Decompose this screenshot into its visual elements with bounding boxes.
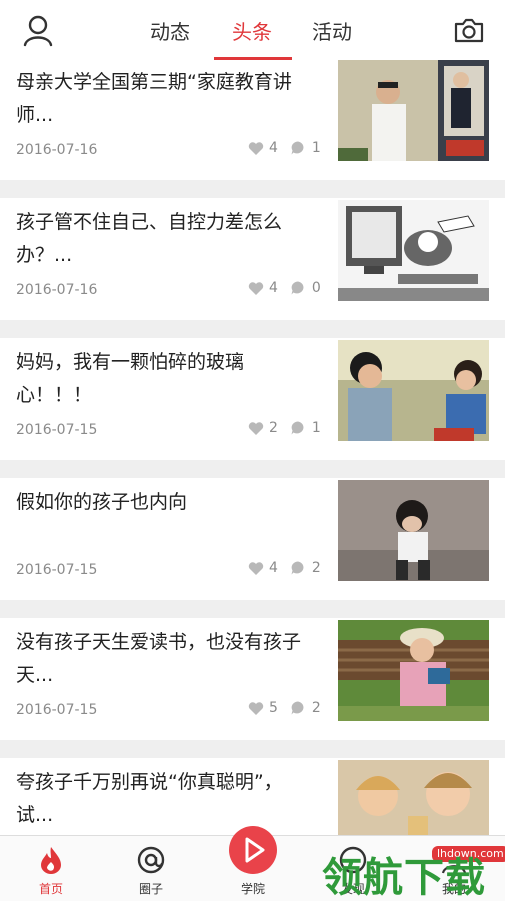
article-date: 2016-07-15: [16, 702, 98, 718]
nav-circle[interactable]: 圈子: [111, 836, 191, 901]
play-icon: [245, 837, 265, 863]
comment-icon: [291, 141, 304, 155]
comment-count: 2: [311, 560, 321, 576]
article-stats: 4 2: [248, 560, 321, 576]
bottom-navigation: 首页 圈子 学院 发现 我的: [0, 826, 505, 901]
nav-mine[interactable]: 我的: [414, 836, 494, 901]
nav-discover[interactable]: 发现: [313, 836, 393, 901]
article-date: 2016-07-15: [16, 422, 98, 438]
article-thumbnail: [338, 480, 489, 581]
article-title: 夸孩子千万别再说“你真聪明”，试...: [16, 771, 283, 826]
camera-icon: [454, 18, 484, 43]
divider: [0, 600, 505, 618]
nav-circle-label: 圈子: [138, 882, 163, 896]
heart-icon: [248, 561, 264, 575]
article-title: 母亲大学全国第三期“家庭教育讲师...: [16, 71, 292, 126]
heart-icon: [248, 701, 264, 715]
article-title: 妈妈，我有一颗怕碎的玻璃心！！！: [16, 351, 245, 406]
feed-item[interactable]: 妈妈，我有一颗怕碎的玻璃心！！！ 2016-07-15 2 1: [0, 340, 505, 460]
comment-count: 2: [311, 700, 321, 716]
feed-item[interactable]: 孩子管不住自己、自控力差怎么办？... 2016-07-16 4 0: [0, 200, 505, 320]
like-count: 4: [269, 140, 278, 156]
feed-item[interactable]: 母亲大学全国第三期“家庭教育讲师... 2016-07-16 4 1: [0, 60, 505, 180]
article-thumbnail: [338, 340, 489, 441]
article-thumbnail: [338, 200, 489, 301]
nav-academy[interactable]: 学院: [213, 826, 293, 901]
divider: [0, 460, 505, 478]
heart-icon: [248, 421, 264, 435]
divider: [0, 180, 505, 198]
divider: [0, 320, 505, 338]
nav-home-label: 首页: [38, 882, 63, 896]
divider: [0, 740, 505, 758]
heart-icon: [248, 141, 264, 155]
comment-icon: [291, 561, 304, 575]
user-icon: [441, 848, 467, 874]
tab-dongtai[interactable]: 动态: [150, 18, 190, 46]
comment-icon: [291, 421, 304, 435]
article-thumbnail: [338, 620, 489, 721]
comment-icon: [291, 281, 304, 295]
feed-item[interactable]: 没有孩子天生爱读书，也没有孩子天... 2016-07-15 5 2: [0, 620, 505, 740]
article-date: 2016-07-16: [16, 142, 98, 158]
flame-icon: [41, 847, 61, 874]
at-sign-icon: [137, 846, 165, 874]
like-count: 5: [269, 700, 278, 716]
comment-icon: [291, 701, 304, 715]
comment-count: 0: [311, 280, 321, 296]
feed-item[interactable]: 假如你的孩子也内向 2016-07-15 4 2: [0, 480, 505, 600]
comment-count: 1: [311, 140, 321, 156]
nav-discover-label: 发现: [340, 882, 365, 896]
top-bar: 动态 头条 活动: [0, 0, 505, 62]
heart-icon: [248, 281, 264, 295]
tab-toutiao[interactable]: 头条: [232, 18, 272, 46]
nav-academy-label: 学院: [240, 882, 265, 896]
nav-mine-label: 我的: [441, 882, 466, 896]
like-count: 2: [269, 420, 278, 436]
article-title: 假如你的孩子也内向: [16, 491, 188, 513]
article-stats: 4 1: [248, 140, 321, 156]
academy-center-button[interactable]: [229, 826, 277, 874]
article-date: 2016-07-15: [16, 562, 98, 578]
comment-count: 1: [311, 420, 321, 436]
article-stats: 2 1: [248, 420, 321, 436]
nav-home[interactable]: 首页: [11, 836, 91, 901]
article-stats: 4 0: [248, 280, 321, 296]
compass-icon: [339, 846, 367, 874]
article-thumbnail: [338, 60, 489, 161]
article-stats: 5 2: [248, 700, 321, 716]
tab-huodong[interactable]: 活动: [312, 18, 352, 46]
article-date: 2016-07-16: [16, 282, 98, 298]
like-count: 4: [269, 280, 278, 296]
like-count: 4: [269, 560, 278, 576]
article-title: 没有孩子天生爱读书，也没有孩子天...: [16, 631, 302, 686]
article-title: 孩子管不住自己、自控力差怎么办？...: [16, 211, 283, 266]
header-tabs: 动态 头条 活动: [0, 0, 505, 62]
camera-button[interactable]: [453, 14, 485, 46]
